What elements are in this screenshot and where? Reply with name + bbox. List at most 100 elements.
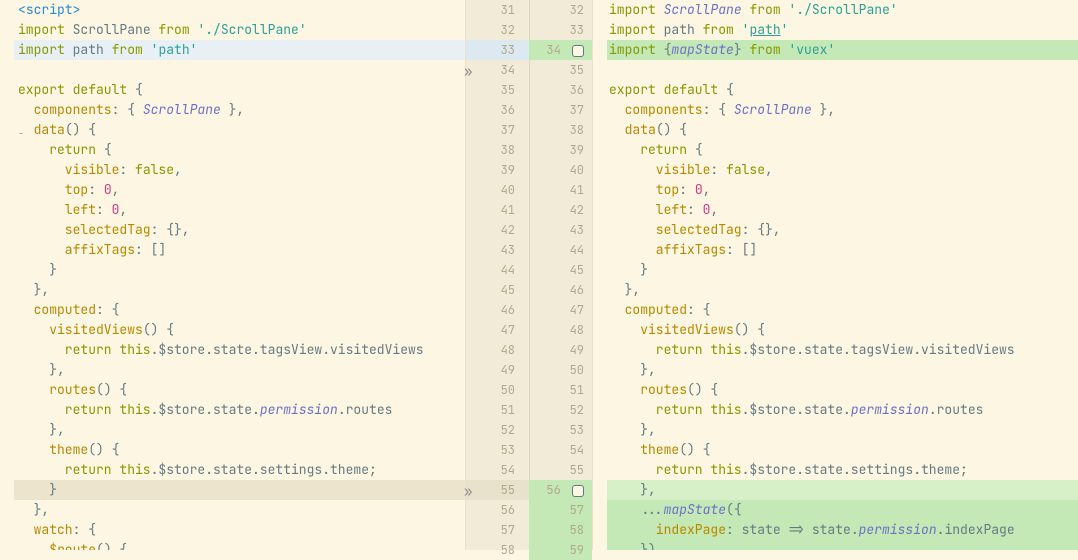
line-number[interactable]: 49 xyxy=(466,360,529,380)
line-number[interactable]: 54 xyxy=(466,460,529,480)
code-line[interactable]: } xyxy=(14,260,465,280)
line-number[interactable]: 53 xyxy=(529,420,592,440)
line-number[interactable]: 32 xyxy=(529,0,592,20)
code-line[interactable]: left: 0, xyxy=(14,200,465,220)
line-number[interactable]: 42 xyxy=(529,200,592,220)
code-line[interactable]: − data() { xyxy=(14,120,465,140)
code-line-added[interactable]: import {mapState} from 'vuex' xyxy=(607,40,1078,60)
line-number[interactable]: 52 xyxy=(529,400,592,420)
code-line[interactable]: routes() { xyxy=(14,380,465,400)
code-line[interactable]: routes() { xyxy=(607,380,1078,400)
code-line[interactable]: selectedTag: {}, xyxy=(14,220,465,240)
code-line[interactable]: import path from 'path' xyxy=(14,40,465,60)
code-line[interactable]: return { xyxy=(14,140,465,160)
code-line[interactable]: }, xyxy=(607,360,1078,380)
line-number[interactable]: 41 xyxy=(529,180,592,200)
line-number[interactable]: 41 xyxy=(466,200,529,220)
code-line[interactable]: top: 0, xyxy=(14,180,465,200)
code-line-added[interactable]: }, xyxy=(607,480,1078,500)
code-line[interactable]: data() { xyxy=(607,120,1078,140)
code-line[interactable]: }, xyxy=(14,280,465,300)
line-number[interactable]: 32 xyxy=(466,20,529,40)
line-number[interactable]: 42 xyxy=(466,220,529,240)
apply-right-icon[interactable]: » xyxy=(464,482,472,502)
line-number[interactable]: 55 xyxy=(529,460,592,480)
line-number[interactable]: 49 xyxy=(529,340,592,360)
line-number[interactable]: 52 xyxy=(466,420,529,440)
line-number[interactable]: 35 xyxy=(529,60,592,80)
diff-checkbox[interactable] xyxy=(572,485,584,497)
line-number[interactable]: 47 xyxy=(466,320,529,340)
diff-checkbox[interactable] xyxy=(572,45,584,57)
code-line[interactable]: }, xyxy=(14,500,465,520)
code-line[interactable]: affixTags: [] xyxy=(14,240,465,260)
line-number[interactable]: 46 xyxy=(466,300,529,320)
line-number[interactable]: 56 xyxy=(529,480,592,500)
code-line[interactable]: }, xyxy=(607,280,1078,300)
code-line[interactable]: visible: false, xyxy=(607,160,1078,180)
code-line[interactable]: visitedViews() { xyxy=(607,320,1078,340)
line-number[interactable]: 57 xyxy=(466,520,529,540)
code-line[interactable]: visible: false, xyxy=(14,160,465,180)
code-line[interactable]: return this.$store.state.settings.theme; xyxy=(14,460,465,480)
line-number[interactable]: »55 xyxy=(466,480,529,500)
code-line[interactable]: <script> xyxy=(14,0,465,20)
line-number[interactable]: 31 xyxy=(466,0,529,20)
line-number[interactable]: 51 xyxy=(466,400,529,420)
line-number[interactable]: 38 xyxy=(466,140,529,160)
line-number[interactable]: 44 xyxy=(529,240,592,260)
line-number[interactable]: 48 xyxy=(466,340,529,360)
code-line[interactable]: } xyxy=(607,260,1078,280)
code-line[interactable]: left: 0, xyxy=(607,200,1078,220)
line-number[interactable]: 53 xyxy=(466,440,529,460)
line-number[interactable]: 45 xyxy=(529,260,592,280)
code-line-empty[interactable] xyxy=(607,60,1078,80)
code-line-cursor[interactable]: } xyxy=(14,480,465,500)
code-line-added[interactable]: indexPage: state => state.permission.ind… xyxy=(607,520,1078,540)
code-line[interactable]: watch: { xyxy=(14,520,465,540)
code-line[interactable]: components: { ScrollPane }, xyxy=(14,100,465,120)
line-number[interactable]: 47 xyxy=(529,300,592,320)
line-number[interactable]: 39 xyxy=(466,160,529,180)
line-number[interactable]: 36 xyxy=(529,80,592,100)
code-line[interactable]: $route() { xyxy=(14,540,465,550)
code-line[interactable]: visitedViews() { xyxy=(14,320,465,340)
code-line-added[interactable]: ...mapState({ xyxy=(607,500,1078,520)
left-code-pane[interactable]: <script> import ScrollPane from './Scrol… xyxy=(0,0,465,550)
code-line[interactable]: affixTags: [] xyxy=(607,240,1078,260)
code-line[interactable]: return this.$store.state.permission.rout… xyxy=(14,400,465,420)
line-number[interactable]: 33 xyxy=(466,40,529,60)
code-line[interactable]: import ScrollPane from './ScrollPane' xyxy=(14,20,465,40)
line-number[interactable]: 50 xyxy=(466,380,529,400)
line-number[interactable]: 58 xyxy=(466,540,529,560)
line-number[interactable]: 37 xyxy=(466,120,529,140)
line-number[interactable]: 38 xyxy=(529,120,592,140)
line-number[interactable]: 44 xyxy=(466,260,529,280)
line-number[interactable]: 40 xyxy=(529,160,592,180)
code-line[interactable]: return this.$store.state.tagsView.visite… xyxy=(607,340,1078,360)
code-line[interactable]: computed: { xyxy=(607,300,1078,320)
right-code-pane[interactable]: import ScrollPane from './ScrollPane' im… xyxy=(593,0,1078,550)
line-number[interactable]: 57 xyxy=(529,500,592,520)
code-line[interactable]: return this.$store.state.permission.rout… xyxy=(607,400,1078,420)
line-number[interactable]: 34 xyxy=(529,40,592,60)
code-line-added[interactable]: }) xyxy=(607,540,1078,550)
code-line[interactable]: import ScrollPane from './ScrollPane' xyxy=(607,0,1078,20)
code-line[interactable]: theme() { xyxy=(607,440,1078,460)
line-number[interactable]: 43 xyxy=(529,220,592,240)
line-number[interactable]: 58 xyxy=(529,520,592,540)
line-number[interactable]: 59 xyxy=(529,540,592,560)
code-line[interactable]: top: 0, xyxy=(607,180,1078,200)
code-line[interactable]: computed: { xyxy=(14,300,465,320)
code-line[interactable]: }, xyxy=(14,420,465,440)
code-line[interactable]: theme() { xyxy=(14,440,465,460)
line-number[interactable]: 51 xyxy=(529,380,592,400)
code-line[interactable]: import path from 'path' xyxy=(607,20,1078,40)
code-line[interactable]: selectedTag: {}, xyxy=(607,220,1078,240)
line-number[interactable]: 54 xyxy=(529,440,592,460)
line-number[interactable]: 35 xyxy=(466,80,529,100)
apply-right-icon[interactable]: » xyxy=(464,62,472,82)
code-line[interactable]: export default { xyxy=(607,80,1078,100)
code-line[interactable]: return this.$store.state.settings.theme; xyxy=(607,460,1078,480)
code-line[interactable]: }, xyxy=(14,360,465,380)
